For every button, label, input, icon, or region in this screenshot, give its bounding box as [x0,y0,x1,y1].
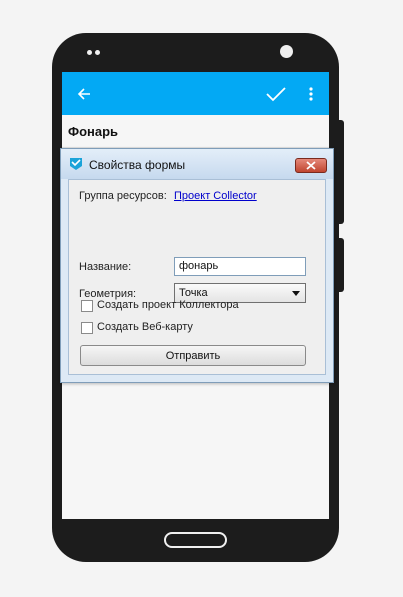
close-icon [306,161,316,170]
name-label: Название: [79,261,132,273]
volume-button [339,120,344,224]
dialog-titlebar: Свойства формы [61,149,333,179]
resource-group-label: Группа ресурсов: [79,190,167,202]
close-button[interactable] [295,158,327,173]
create-collector-checkbox[interactable] [81,300,93,312]
checkmark-icon[interactable] [261,72,291,115]
more-vert-icon[interactable] [301,72,321,115]
form-icon [70,158,82,170]
resource-group-link[interactable]: Проект Collector [174,190,257,202]
arrow-left-icon[interactable] [70,72,98,115]
home-button[interactable] [164,532,227,548]
sensor-dot [95,50,100,55]
name-input[interactable]: фонарь [174,257,306,276]
create-webmap-checkbox[interactable] [81,322,93,334]
chevron-down-icon [292,291,300,296]
submit-button[interactable]: Отправить [80,345,306,366]
front-camera [280,45,293,58]
create-webmap-label: Создать Веб-карту [97,321,193,333]
dialog-body: Группа ресурсов: Проект Collector Назван… [68,179,326,375]
page-title: Фонарь [68,124,119,139]
app-bar [62,72,329,115]
form-properties-dialog: Свойства формы Группа ресурсов: Проект C… [60,148,334,383]
power-button [339,238,344,292]
dialog-title: Свойства формы [89,158,186,172]
sensor-dot [87,50,92,55]
create-collector-label: Создать проект Коллектора [97,299,239,311]
geometry-select-value: Точка [179,287,208,299]
